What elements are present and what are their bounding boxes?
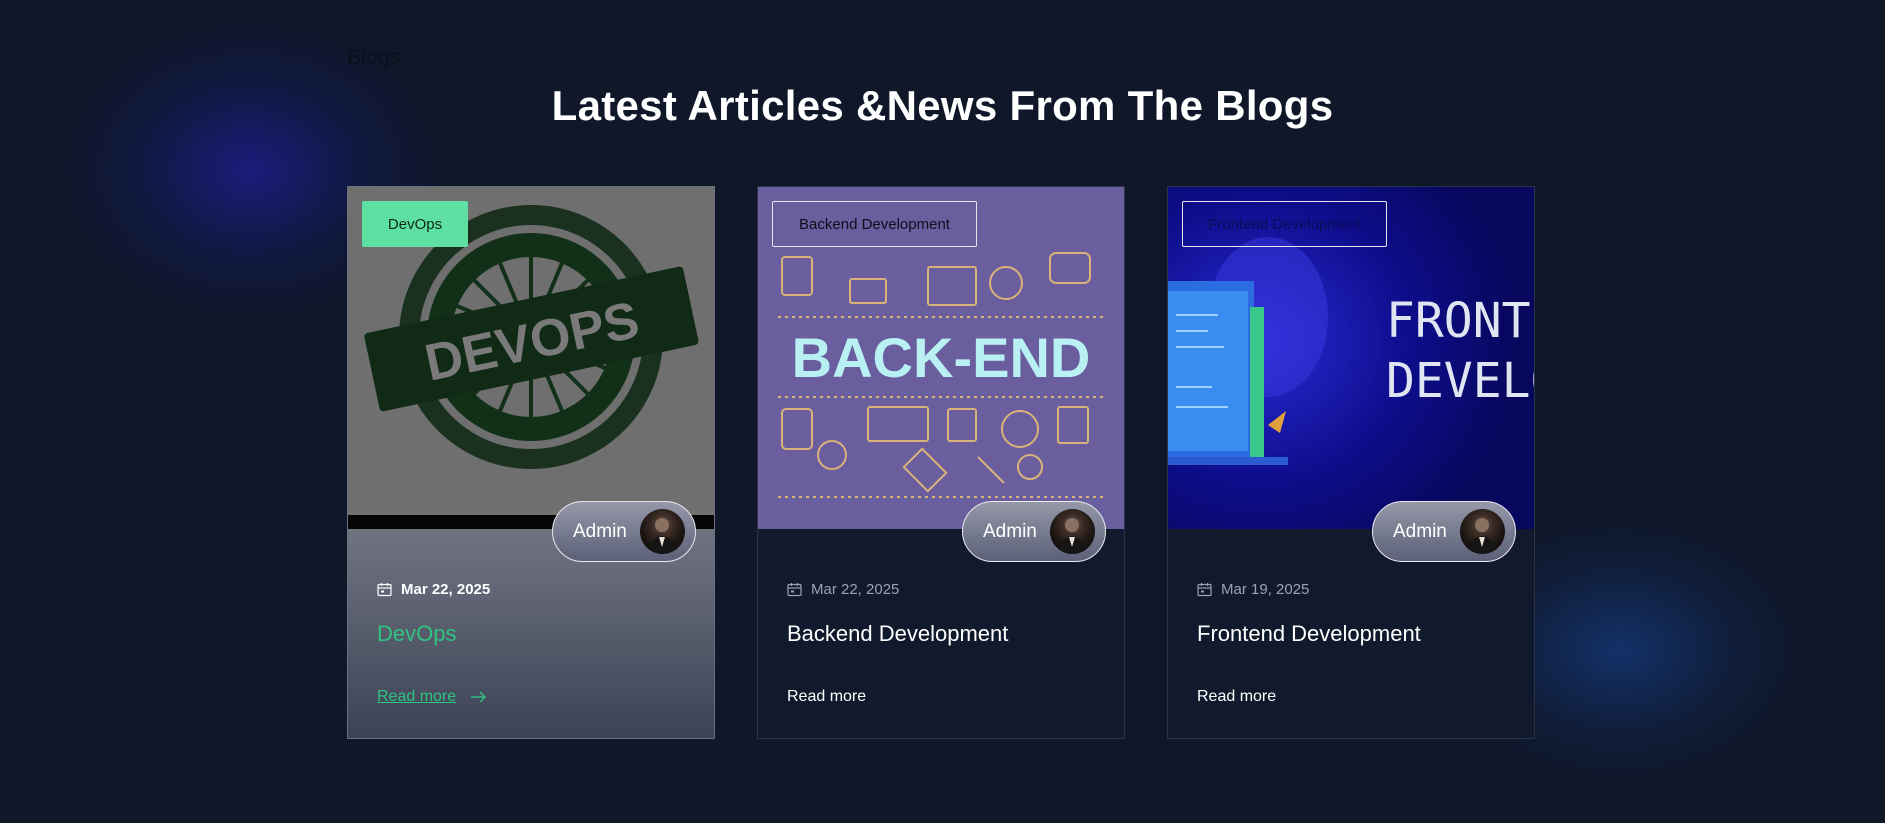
read-more-link[interactable]: Read more xyxy=(377,688,487,706)
post-date-text: Mar 22, 2025 xyxy=(811,581,900,598)
read-more-label[interactable]: Read more xyxy=(377,688,456,706)
author-badge[interactable]: Admin xyxy=(552,501,696,562)
blog-card-devops[interactable]: DEVOPS DevOps Admin Mar 22, 2025 DevOps … xyxy=(347,186,715,739)
svg-text:DEVELO: DEVELO xyxy=(1386,353,1534,409)
author-name: Admin xyxy=(983,520,1037,542)
avatar xyxy=(1050,509,1095,554)
post-title[interactable]: DevOps xyxy=(377,621,456,647)
author-name: Admin xyxy=(1393,520,1447,542)
author-badge[interactable]: Admin xyxy=(962,501,1106,562)
category-tag-backend[interactable]: Backend Development xyxy=(772,201,977,247)
avatar xyxy=(1460,509,1505,554)
section-eyebrow: Blogs xyxy=(347,46,401,69)
post-title[interactable]: Backend Development xyxy=(787,621,1008,647)
author-badge[interactable]: Admin xyxy=(1372,501,1516,562)
read-more-link[interactable]: Read more xyxy=(787,688,866,706)
section-heading: Latest Articles &News From The Blogs xyxy=(551,82,1334,129)
post-date-text: Mar 19, 2025 xyxy=(1221,581,1310,598)
blog-card-frontend[interactable]: FRONT- DEVELO Frontend Development Admin… xyxy=(1167,186,1535,739)
read-more-link[interactable]: Read more xyxy=(1197,688,1276,706)
post-date: Mar 22, 2025 xyxy=(787,581,899,598)
arrow-right-icon xyxy=(470,691,487,703)
category-tag-frontend[interactable]: Frontend Development xyxy=(1182,201,1387,247)
calendar-icon xyxy=(787,582,802,597)
post-date: Mar 19, 2025 xyxy=(1197,581,1309,598)
calendar-icon xyxy=(1197,582,1212,597)
avatar xyxy=(640,509,685,554)
svg-text:FRONT-: FRONT- xyxy=(1386,293,1534,349)
post-title[interactable]: Frontend Development xyxy=(1197,621,1421,647)
post-date-text: Mar 22, 2025 xyxy=(401,581,491,598)
author-name: Admin xyxy=(573,520,627,542)
svg-text:BACK-END: BACK-END xyxy=(792,326,1091,389)
post-date: Mar 22, 2025 xyxy=(377,581,490,598)
category-tag-devops[interactable]: DevOps xyxy=(362,201,468,247)
blog-card-backend[interactable]: BACK-END Backend Development Admin Mar 2… xyxy=(757,186,1125,739)
calendar-icon xyxy=(377,582,392,597)
read-more-label[interactable]: Read more xyxy=(787,688,866,706)
read-more-label[interactable]: Read more xyxy=(1197,688,1276,706)
